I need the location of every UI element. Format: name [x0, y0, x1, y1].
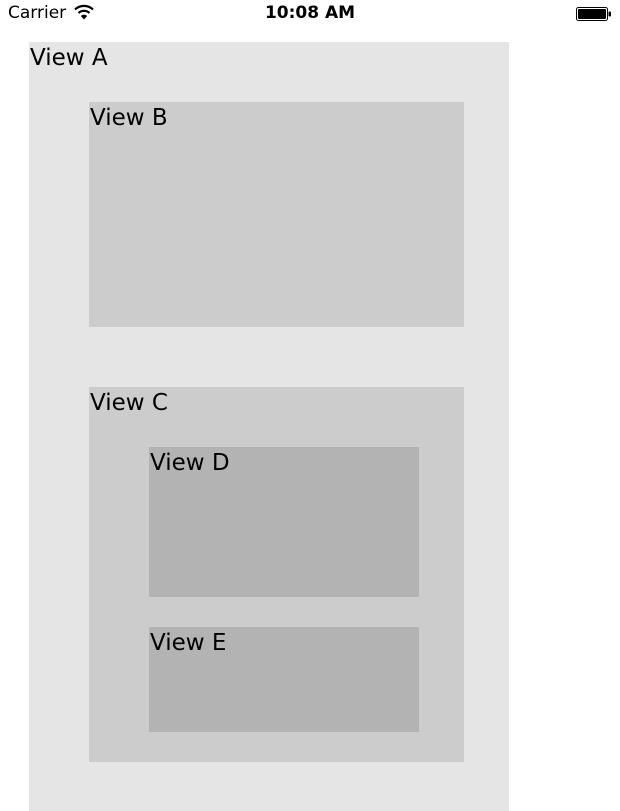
view-b-label: View B — [90, 105, 168, 131]
status-time: 10:08 AM — [264, 3, 356, 23]
view-d: View D — [149, 447, 419, 597]
view-c: View C View D View E — [89, 387, 464, 762]
view-c-label: View C — [90, 390, 168, 416]
view-a-label: View A — [30, 45, 108, 71]
view-e-label: View E — [150, 630, 227, 656]
view-a: View A View B View C View D View E — [29, 42, 509, 811]
view-b: View B — [89, 102, 464, 327]
battery-icon — [576, 6, 612, 21]
view-e: View E — [149, 627, 419, 732]
view-d-label: View D — [150, 450, 230, 476]
status-bar: Carrier 10:08 AM — [0, 0, 620, 26]
